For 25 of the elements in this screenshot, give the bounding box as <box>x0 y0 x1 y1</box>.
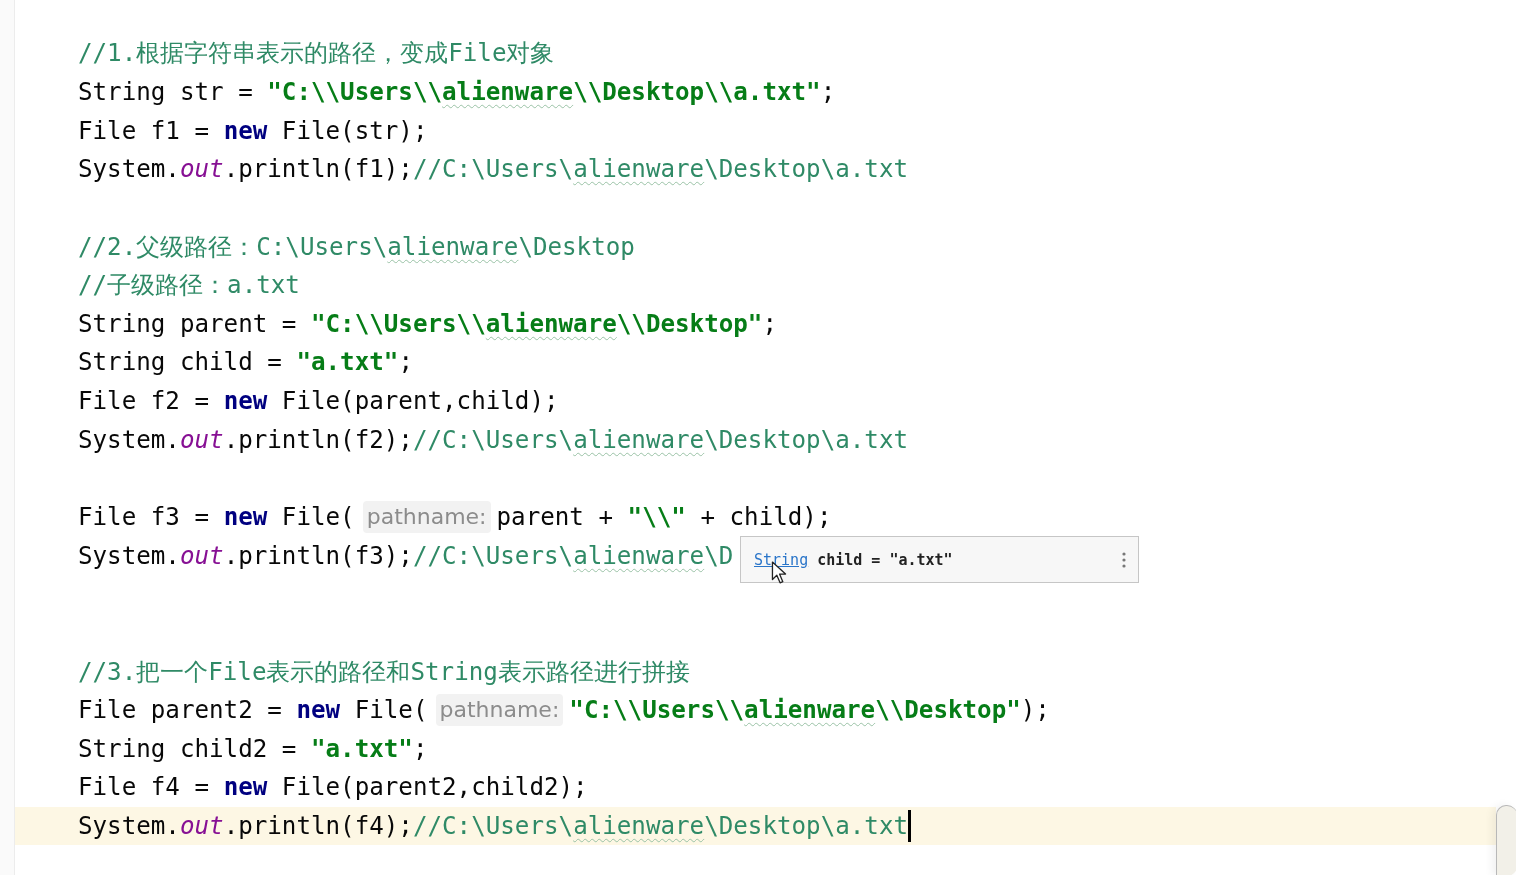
more-icon[interactable] <box>1122 551 1126 568</box>
parameter-hint: pathname: <box>435 694 564 727</box>
code-line: String parent = "C:\\Users\\alienware\\Desktop"; <box>78 308 777 340</box>
code-line: //2.父级路径：C:\Users\alienware\Desktop <box>78 231 635 263</box>
code-line: String child2 = "a.txt"; <box>78 733 428 765</box>
type-link[interactable]: String <box>754 550 809 569</box>
popup-text: child = "a.txt" <box>817 550 953 569</box>
code-line: System.out.println(f4);//C:\Users\alienware\Desktop\a.txt <box>78 811 909 843</box>
code-line: String str = "C:\\Users\\alienware\\Desktop\\a.txt"; <box>78 76 836 108</box>
code-line: File f3 = new File( <box>78 502 355 533</box>
code-line: //子级路径：a.txt <box>78 270 300 302</box>
code-line: String child = "a.txt"; <box>78 347 413 379</box>
code-line: parent + "\\" + child); <box>496 502 832 533</box>
code-line: File f4 = new File(parent2,child2); <box>78 772 588 804</box>
code-line: File parent2 = new File( <box>78 695 428 727</box>
text-cursor <box>908 810 911 843</box>
parameter-hint: pathname: <box>362 501 491 533</box>
code-line: System.out.println(f3);//C:\Users\alienware\D <box>78 540 734 572</box>
code-line: //3.把一个File表示的路径和String表示路径进行拼接 <box>78 656 690 688</box>
code-line: File f2 = new File(parent,child); <box>78 386 559 418</box>
code-line: System.out.println(f1);//C:\Users\alienware\Desktop\a.txt <box>78 154 909 186</box>
code-line: File f1 = new File(str); <box>78 115 428 147</box>
code-line: System.out.println(f2);//C:\Users\alienware\Desktop\a.txt <box>78 424 909 456</box>
code-line: //1.根据字符串表示的路径，变成File对象 <box>78 38 555 70</box>
code-line: "C:\\Users\\alienware\\Desktop"); <box>569 695 1050 727</box>
